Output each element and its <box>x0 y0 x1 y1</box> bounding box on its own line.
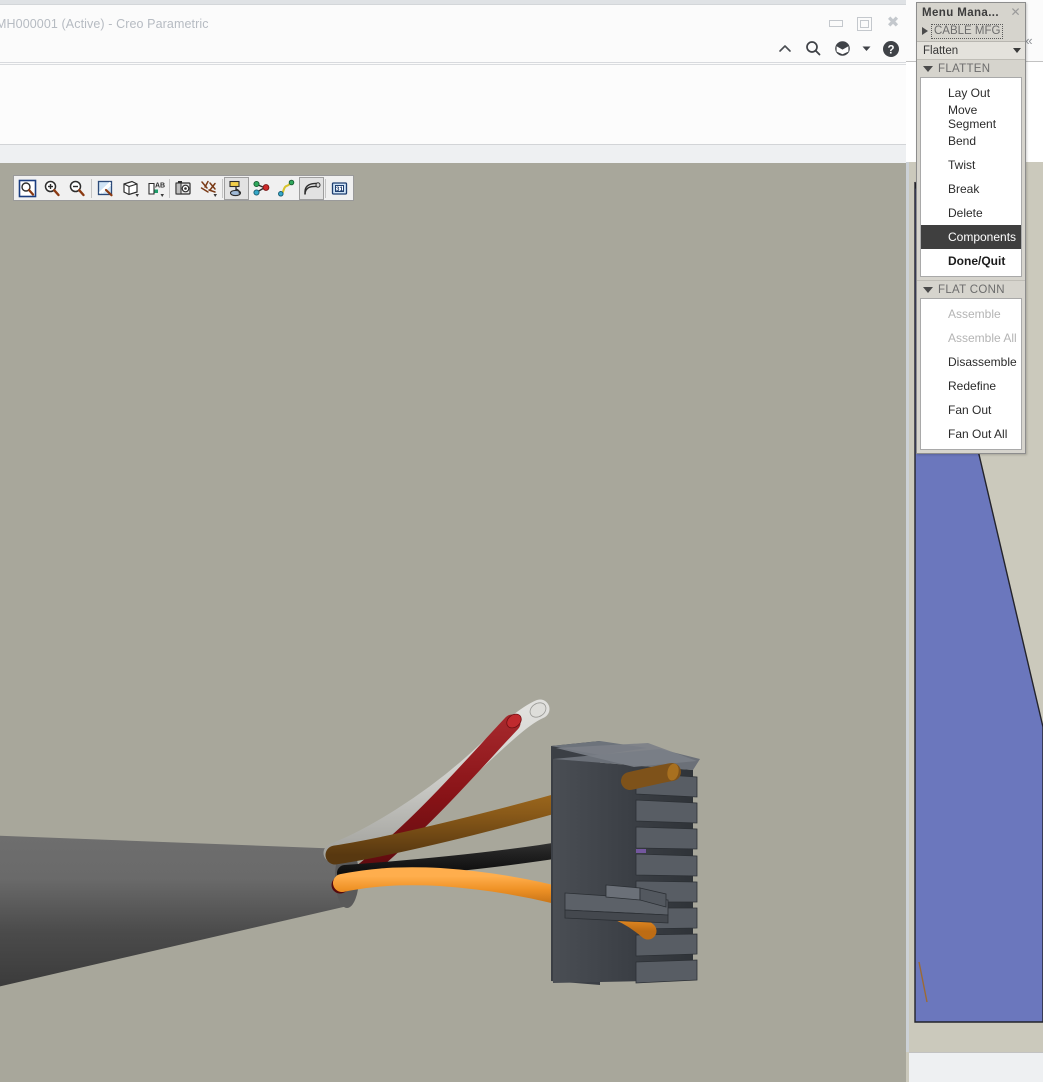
menu-manager-root-row[interactable]: CABLE MFG <box>917 22 1025 40</box>
background-window-statusbar <box>909 1052 1043 1082</box>
creo-main-window: MH000001 (Active) - Creo Parametric ✖ ? … <box>0 0 906 1082</box>
spool-display-icon[interactable] <box>224 176 249 200</box>
cable-location-display-icon[interactable] <box>299 176 324 200</box>
zoom-out-icon[interactable] <box>65 177 90 200</box>
menu-item-components[interactable]: Components <box>921 225 1021 249</box>
datum-display-filters-icon[interactable] <box>196 177 221 200</box>
ribbon-tab-strip: ? <box>0 33 906 63</box>
logical-reference-display-icon[interactable]: 31 <box>327 177 352 200</box>
close-button[interactable]: ✖ <box>886 15 900 30</box>
refit-icon[interactable] <box>15 177 40 200</box>
learning-connector-icon[interactable] <box>833 39 852 58</box>
menu-manager-panel: Menu Mana... ✕ CABLE MFG Flatten FLATTEN… <box>916 2 1026 454</box>
toolbar-separator <box>91 178 92 198</box>
quick-access-toolbar: ? <box>775 39 900 58</box>
search-icon[interactable] <box>804 39 823 58</box>
annotation-display-icon[interactable]: AB <box>143 177 168 200</box>
menu-list-flatten: Lay Out Move Segment Bend Twist Break De… <box>920 77 1022 277</box>
menu-item-redefine[interactable]: Redefine <box>921 374 1021 398</box>
menu-item-assemble-all: Assemble All <box>948 331 1017 345</box>
group-header-flat-conn[interactable]: FLAT CONN <box>917 280 1025 298</box>
mode-dropdown-value: Flatten <box>923 44 959 57</box>
chevron-down-icon[interactable] <box>1013 48 1021 53</box>
group-header-flatten[interactable]: FLATTEN <box>917 59 1025 77</box>
menu-item-delete[interactable]: Delete <box>921 201 1021 225</box>
menu-item-fan-out[interactable]: Fan Out <box>921 398 1021 422</box>
ribbon-separator <box>0 145 906 163</box>
display-style-icon[interactable] <box>118 177 143 200</box>
menu-item-lay-out[interactable]: Lay Out <box>921 81 1021 105</box>
saved-orientations-icon[interactable] <box>171 177 196 200</box>
group-title-flat-conn: FLAT CONN <box>938 283 1005 296</box>
menu-item-twist[interactable]: Twist <box>921 153 1021 177</box>
window-title-row: MH000001 (Active) - Creo Parametric ✖ <box>0 5 906 33</box>
collapse-ribbon-icon[interactable] <box>775 39 794 58</box>
menu-root-label: CABLE MFG <box>931 23 1004 39</box>
repaint-icon[interactable] <box>93 177 118 200</box>
menu-item-break[interactable]: Break <box>921 177 1021 201</box>
svg-text:AB: AB <box>155 182 165 189</box>
svg-text:31: 31 <box>336 185 344 192</box>
app-root: « MH000001 (Active) - Creo Parametric ✖ <box>0 0 1043 1082</box>
chevron-down-icon[interactable] <box>923 65 933 72</box>
group-title-flatten: FLATTEN <box>938 62 991 75</box>
cable-display-icon[interactable] <box>274 177 299 200</box>
zoom-in-icon[interactable] <box>40 177 65 200</box>
window-controls: ✖ <box>828 15 900 31</box>
cable-harness-model <box>0 699 700 987</box>
toolbar-separator <box>325 178 326 198</box>
window-title: MH000001 (Active) - Creo Parametric <box>0 17 209 31</box>
menu-list-flat-conn: Assemble Assemble All Disassemble Redefi… <box>920 298 1022 450</box>
menu-item-move-segment[interactable]: Move Segment <box>921 103 1021 131</box>
ribbon-panel <box>0 64 906 145</box>
graphics-viewport[interactable] <box>0 163 906 1082</box>
menu-manager-close-icon[interactable]: ✕ <box>1009 6 1022 19</box>
chevron-right-icon[interactable] <box>922 27 928 35</box>
menu-item-assemble: Assemble <box>948 307 1001 321</box>
chevron-down-icon[interactable] <box>923 286 933 293</box>
menu-manager-title: Menu Mana... <box>922 6 1000 19</box>
menu-manager-titlebar[interactable]: Menu Mana... ✕ <box>917 3 1025 22</box>
learning-dropdown-icon[interactable] <box>862 39 871 58</box>
minimize-button[interactable] <box>828 16 843 30</box>
help-icon[interactable]: ? <box>881 39 900 58</box>
restore-button[interactable] <box>857 16 872 31</box>
menu-item-done-quit[interactable]: Done/Quit <box>921 249 1021 273</box>
menu-item-disassemble[interactable]: Disassemble <box>921 350 1021 374</box>
mode-dropdown[interactable]: Flatten <box>917 41 1025 59</box>
toolbar-separator <box>169 178 170 198</box>
menu-item-fan-out-all[interactable]: Fan Out All <box>921 422 1021 446</box>
graphics-toolbar: AB 31 <box>13 175 354 201</box>
menu-item-bend[interactable]: Bend <box>921 129 1021 153</box>
toolbar-separator <box>222 178 223 198</box>
connector-display-icon[interactable] <box>249 177 274 200</box>
svg-text:?: ? <box>887 44 894 56</box>
